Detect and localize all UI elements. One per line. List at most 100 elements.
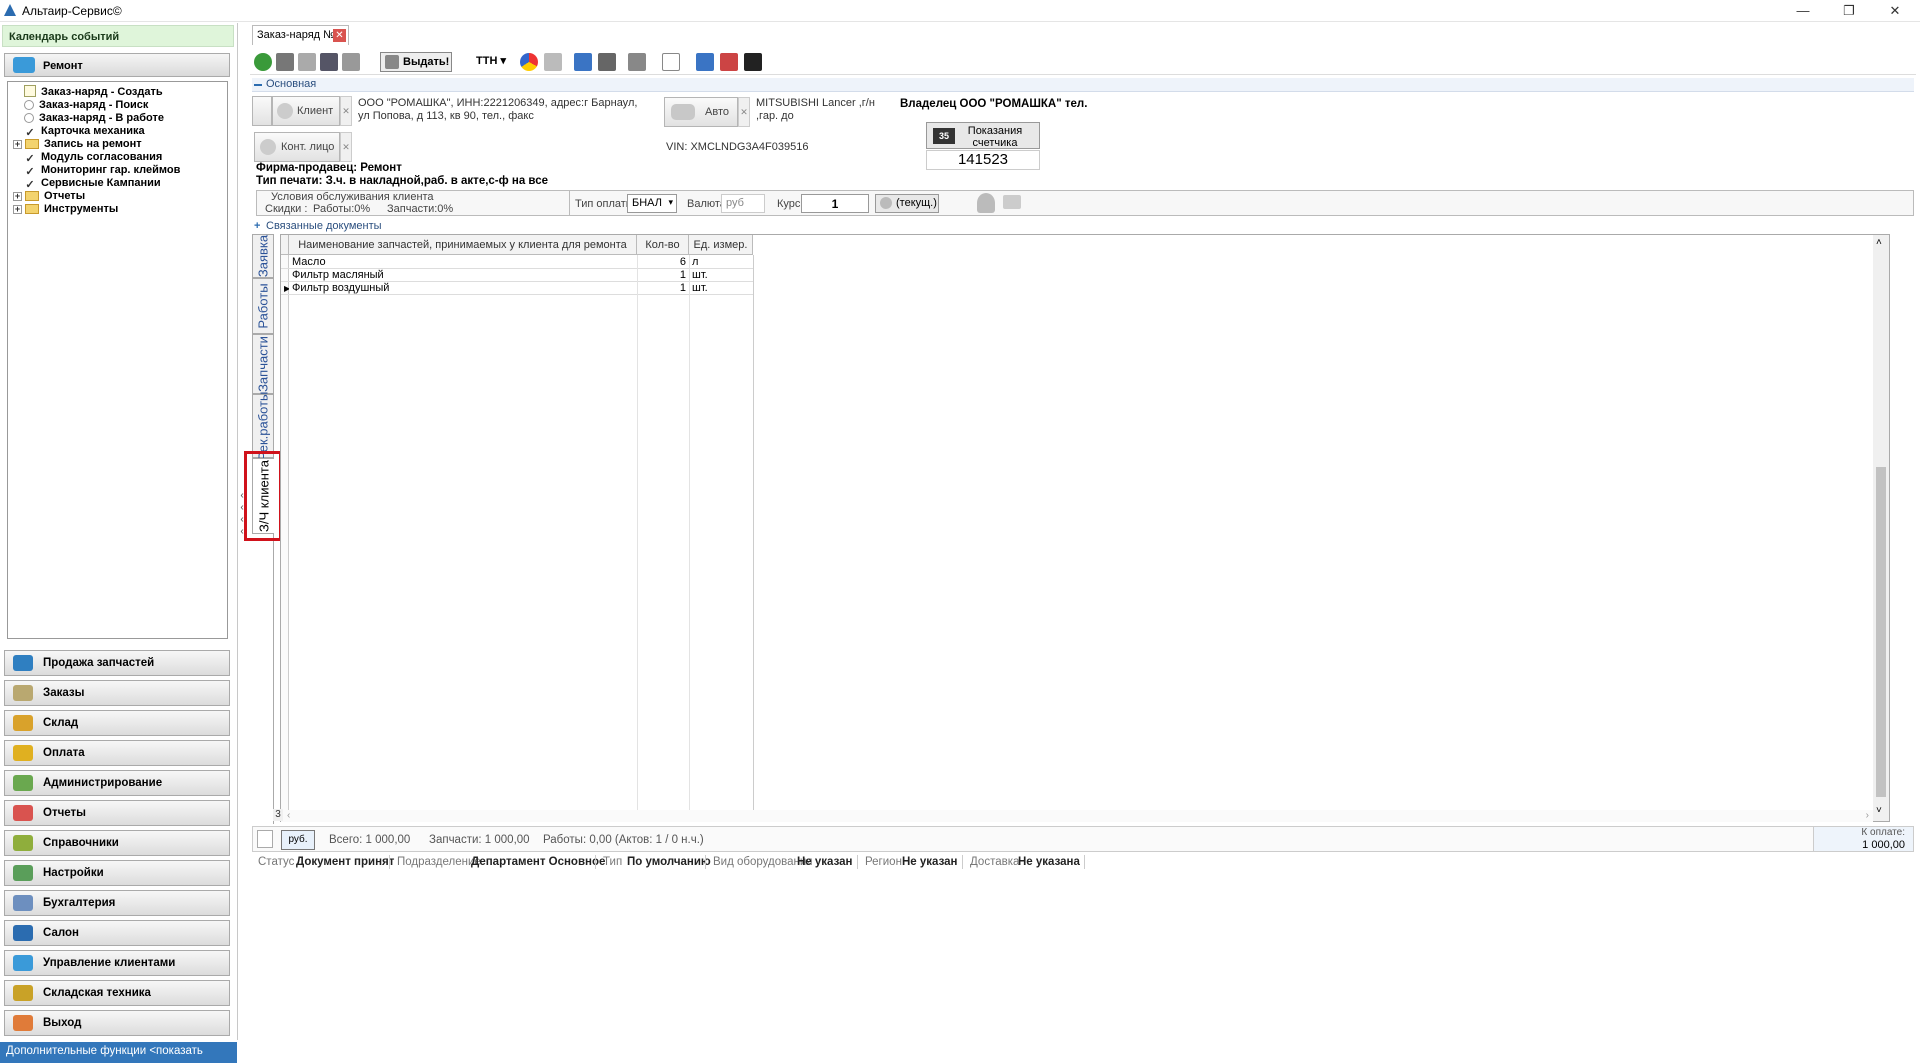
nav-button-label: Настройки — [43, 867, 104, 879]
issue-button[interactable]: Выдать! — [380, 52, 452, 72]
calculator-icon[interactable] — [720, 53, 738, 71]
table-cell[interactable]: л — [689, 256, 753, 269]
users-icon[interactable] — [598, 53, 616, 71]
divider — [962, 855, 963, 869]
table-row[interactable]: Масло 6 л — [281, 256, 753, 269]
table-cell[interactable]: шт. — [689, 269, 753, 282]
transfer-icon[interactable] — [320, 53, 338, 71]
calendar-events-header[interactable]: Календарь событий — [2, 25, 234, 47]
contact-person-button[interactable]: Конт. лицо — [254, 132, 340, 162]
department-label: Подразделение — [397, 856, 481, 868]
folder-icon — [25, 139, 39, 149]
print-icon[interactable] — [544, 53, 562, 71]
tab-request[interactable]: Заявка — [252, 234, 274, 278]
scroll-right-icon[interactable]: › — [1866, 810, 1869, 821]
qr-icon[interactable] — [744, 53, 762, 71]
client-button[interactable]: Клиент — [272, 96, 340, 126]
expand-icon[interactable]: + — [13, 140, 22, 149]
nav-button[interactable]: Салон — [4, 920, 230, 946]
table-cell[interactable]: 1 — [637, 282, 689, 295]
document-icon[interactable] — [257, 830, 273, 848]
currency-toggle-button[interactable]: руб. — [281, 830, 315, 850]
nav-button[interactable]: Продажа запчастей — [4, 650, 230, 676]
current-rate-button[interactable]: (текущ.) — [875, 194, 939, 213]
divider — [857, 855, 858, 869]
odometer-button[interactable]: 35 Показания счетчика — [926, 122, 1040, 149]
color-palette-icon[interactable] — [520, 53, 538, 71]
copy-icon[interactable] — [342, 53, 360, 71]
auto-button[interactable]: Авто — [664, 97, 738, 127]
grid-header-qty[interactable]: Кол-во — [637, 235, 689, 255]
table-cell[interactable]: Фильтр масляный — [289, 269, 637, 282]
scroll-left-icon[interactable]: ‹ — [287, 810, 290, 821]
nav-icon — [13, 715, 33, 731]
chart-icon[interactable] — [696, 53, 714, 71]
repair-tools-icon — [13, 57, 35, 73]
delete-icon[interactable] — [276, 53, 294, 71]
rate-field[interactable]: 1 — [801, 194, 869, 213]
horizontal-scrollbar[interactable]: 3 ‹ › — [273, 809, 1873, 822]
nav-button[interactable]: Отчеты — [4, 800, 230, 826]
table-cell[interactable]: шт. — [689, 282, 753, 295]
column-line — [689, 255, 690, 821]
mail-icon[interactable] — [662, 53, 680, 71]
close-tab-icon[interactable]: ✕ — [333, 29, 346, 42]
close-window-button[interactable]: ✕ — [1872, 0, 1918, 22]
table-cell[interactable]: 6 — [637, 256, 689, 269]
stamp-icon[interactable] — [298, 53, 316, 71]
nav-button[interactable]: Склад — [4, 710, 230, 736]
scroll-up-icon[interactable]: ˄ — [1876, 237, 1882, 248]
nav-button-label: Салон — [43, 927, 79, 939]
tab-works[interactable]: Работы — [252, 278, 274, 334]
maximize-button[interactable]: ❐ — [1826, 0, 1872, 22]
expand-icon[interactable]: + — [13, 205, 22, 214]
auto-clear-icon[interactable]: ✕ — [738, 97, 750, 127]
message-icon[interactable] — [1003, 195, 1021, 209]
currency-field[interactable]: руб — [721, 194, 765, 213]
tab-parts[interactable]: Запчасти — [252, 334, 274, 394]
table-cell[interactable]: Фильтр воздушный — [289, 282, 637, 295]
vertical-scrollbar[interactable]: ˄ ˅ — [1873, 235, 1889, 821]
more-functions-bar[interactable]: Дополнительные функции <показать — [0, 1042, 237, 1063]
document-tab[interactable]: Заказ-наряд №5 ✕ — [252, 25, 349, 45]
minimize-button[interactable]: — — [1780, 0, 1826, 22]
table-row[interactable]: ▶ Фильтр воздушный 1 шт. — [281, 282, 753, 295]
tth-dropdown[interactable]: ТТН ▾ — [476, 54, 506, 67]
contact-clear-icon[interactable]: ✕ — [340, 132, 352, 162]
screen-icon[interactable] — [574, 53, 592, 71]
nav-icon — [13, 835, 33, 851]
tab-recommended-works[interactable]: Рек.работы — [252, 392, 274, 460]
pay-type-select[interactable]: БНАЛ ▾ — [627, 194, 677, 213]
table-row[interactable]: Фильтр масляный 1 шт. — [281, 269, 753, 282]
expand-icon[interactable]: + — [13, 192, 22, 201]
issue-button-label: Выдать! — [403, 56, 450, 68]
nav-icon — [13, 985, 33, 1001]
section-main[interactable]: Основная — [252, 78, 1914, 92]
car-icon[interactable] — [628, 53, 646, 71]
odometer-label: Показания счетчика — [967, 125, 1023, 149]
table-cell[interactable]: 1 — [637, 269, 689, 282]
repair-section-button[interactable]: Ремонт — [4, 53, 230, 77]
section-linked-docs[interactable]: + Связанные документы — [252, 220, 1914, 234]
nav-button[interactable]: Управление клиентами — [4, 950, 230, 976]
refresh-icon[interactable] — [254, 53, 272, 71]
nav-button[interactable]: Складская техника — [4, 980, 230, 1006]
client-clear-icon[interactable]: ✕ — [340, 96, 352, 126]
nav-button[interactable]: Справочники — [4, 830, 230, 856]
tab-request-label: Заявка — [255, 234, 271, 278]
table-cell[interactable]: Масло — [289, 256, 637, 269]
grid-header-unit[interactable]: Ед. измер. — [689, 235, 753, 255]
nav-button[interactable]: Бухгалтерия — [4, 890, 230, 916]
nav-button[interactable]: Администрирование — [4, 770, 230, 796]
tree-item[interactable]: + Инструменты — [13, 201, 118, 217]
grid-header-name[interactable]: Наименование запчастей, принимаемых у кл… — [289, 235, 637, 255]
nav-button[interactable]: Выход — [4, 1010, 230, 1036]
grid-header: Наименование запчастей, принимаемых у кл… — [281, 235, 753, 255]
nav-button[interactable]: Заказы — [4, 680, 230, 706]
scroll-down-icon[interactable]: ˅ — [1876, 805, 1882, 816]
client-search-icon[interactable] — [252, 96, 272, 126]
lock-user-icon[interactable] — [977, 193, 995, 213]
scrollbar-thumb[interactable] — [1876, 467, 1886, 797]
nav-button[interactable]: Оплата — [4, 740, 230, 766]
nav-button[interactable]: Настройки — [4, 860, 230, 886]
